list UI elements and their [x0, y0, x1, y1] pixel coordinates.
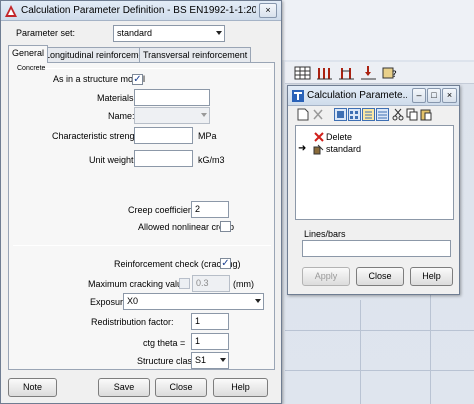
small-icons-view-icon[interactable]	[348, 108, 361, 121]
grid-line	[285, 370, 474, 371]
chevron-down-icon	[201, 113, 207, 117]
max-cracking-input[interactable]: 0.3	[192, 275, 230, 292]
concrete-group-label: Concrete	[17, 65, 46, 71]
save-button[interactable]: Save	[98, 378, 150, 397]
lines-bars-input[interactable]	[302, 240, 451, 257]
chevron-down-icon	[220, 358, 226, 362]
chevron-down-icon	[255, 299, 261, 303]
parameter-set-select[interactable]: standard	[113, 25, 225, 42]
exposure-select[interactable]: X0	[123, 293, 264, 310]
workspace-toolbar: ?	[285, 62, 474, 84]
close-window-button[interactable]: ×	[259, 3, 277, 18]
tree-item-label: Delete	[326, 132, 353, 142]
new-document-icon[interactable]	[297, 108, 309, 121]
current-pointer-arrow: ➜	[298, 143, 307, 154]
parameter-sets-dialog: Calculation Paramete... – □ × Delete ➜ s…	[287, 85, 460, 295]
note-button[interactable]: Note	[8, 378, 57, 397]
details-view-icon[interactable]	[376, 108, 389, 121]
calculation-parameter-definition-dialog: Calculation Parameter Definition - BS EN…	[0, 0, 282, 404]
ctg-theta-label: ctg theta =	[143, 338, 186, 348]
secondary-titlebar[interactable]: Calculation Paramete... – □ ×	[288, 86, 459, 106]
app-icon	[292, 90, 304, 102]
toolbar-beam-icon[interactable]	[316, 65, 333, 81]
tree-item-standard[interactable]: ➜ standard	[298, 143, 378, 155]
structure-class-label: Structure class	[137, 356, 197, 366]
paste-icon[interactable]	[420, 108, 432, 121]
tab-general[interactable]: General	[8, 45, 49, 63]
allowed-nonlinear-creep-checkbox[interactable]	[220, 221, 231, 232]
tab-longitudinal-reinforcement[interactable]: Longitudinal reinforcement	[41, 47, 156, 62]
characteristic-strength-label: Characteristic strength:	[52, 131, 145, 141]
svg-text:?: ?	[392, 70, 397, 80]
parameter-set-label: Parameter set:	[16, 28, 76, 38]
close-button[interactable]: Close	[155, 378, 207, 397]
reinforcement-check-checkbox[interactable]: ✓	[220, 258, 231, 269]
close-button[interactable]: Close	[356, 267, 404, 286]
delete-x-icon	[314, 132, 324, 142]
materials-input[interactable]	[134, 89, 210, 106]
redistribution-factor-label: Redistribution factor:	[91, 317, 174, 327]
tree-item-label: standard	[326, 144, 362, 154]
chevron-down-icon	[216, 31, 222, 35]
materials-label: Materials:	[97, 93, 137, 103]
large-icons-view-icon[interactable]	[334, 108, 347, 121]
unit-weight-unit: kG/m3	[198, 155, 225, 165]
name-select[interactable]	[134, 107, 210, 124]
structure-class-value: S1	[195, 355, 207, 365]
lines-bars-label: Lines/bars	[304, 229, 346, 239]
toolbar-column-icon[interactable]	[338, 65, 355, 81]
max-cracking-label: Maximum cracking value:	[88, 279, 190, 289]
minimize-button[interactable]: –	[412, 88, 426, 103]
unit-weight-input[interactable]	[134, 150, 193, 167]
structure-class-select[interactable]: S1	[191, 352, 229, 369]
close-window-button[interactable]: ×	[442, 88, 457, 103]
ctg-theta-input[interactable]: 1	[191, 333, 229, 350]
list-view-icon[interactable]	[362, 108, 375, 121]
app-logo-icon	[5, 5, 17, 17]
secondary-title: Calculation Paramete...	[307, 90, 407, 101]
help-button[interactable]: Help	[213, 378, 268, 397]
parameter-set-icon	[313, 144, 324, 155]
toolbar-grid-icon[interactable]	[294, 65, 311, 81]
toolbar-load-icon[interactable]	[360, 65, 377, 81]
max-cracking-unit: (mm)	[233, 279, 254, 289]
characteristic-strength-unit: MPa	[198, 131, 217, 141]
main-title: Calculation Parameter Definition - BS EN…	[21, 5, 256, 16]
parameter-set-value: standard	[117, 28, 153, 38]
name-label: Name:	[108, 111, 135, 121]
creep-coefficient-label: Creep coefficient:	[128, 205, 198, 215]
grid-line	[360, 300, 361, 404]
exposure-value: X0	[127, 296, 139, 306]
as-in-structure-model-checkbox[interactable]: ✓	[132, 74, 143, 85]
main-titlebar[interactable]: Calculation Parameter Definition - BS EN…	[1, 1, 281, 21]
copy-icon[interactable]	[406, 108, 418, 121]
unit-weight-label: Unit weight:	[89, 155, 137, 165]
characteristic-strength-input[interactable]	[134, 127, 193, 144]
creep-coefficient-input[interactable]: 2	[191, 201, 229, 218]
section-divider	[13, 245, 271, 246]
redistribution-factor-input[interactable]: 1	[191, 313, 229, 330]
toolbar-settings-icon[interactable]: ?	[381, 65, 398, 81]
help-button[interactable]: Help	[410, 267, 453, 286]
group-divider	[46, 68, 271, 69]
delete-icon[interactable]	[312, 108, 324, 121]
cut-icon[interactable]	[392, 108, 404, 121]
maximize-button[interactable]: □	[427, 88, 441, 103]
grid-line	[285, 330, 474, 331]
apply-button[interactable]: Apply	[302, 267, 350, 286]
parameter-sets-tree[interactable]: Delete ➜ standard	[295, 125, 454, 220]
max-cracking-checkbox[interactable]	[179, 278, 190, 289]
tab-transversal-reinforcement[interactable]: Transversal reinforcement	[139, 47, 252, 62]
